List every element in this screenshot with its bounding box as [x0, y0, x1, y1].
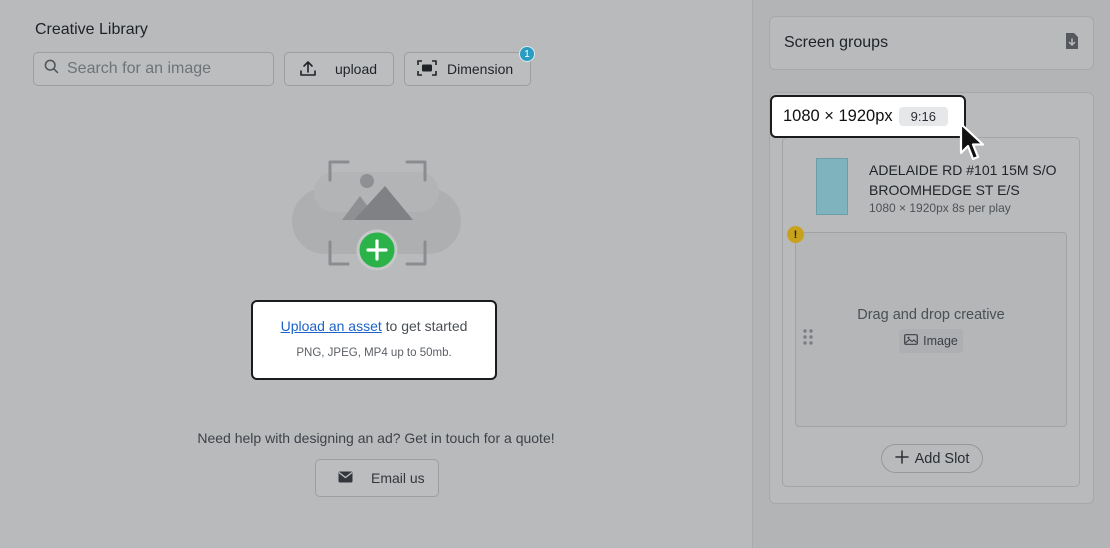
screen-dimension-text: 1080 × 1920px: [783, 107, 893, 125]
add-slot-button[interactable]: Add Slot: [881, 444, 983, 473]
upload-button[interactable]: upload: [284, 52, 394, 86]
search-input[interactable]: [67, 60, 257, 78]
image-type-tag: Image: [899, 329, 963, 353]
file-download-icon[interactable]: [1065, 32, 1079, 55]
drag-handle-icon[interactable]: [803, 329, 813, 350]
help-text: Need help with designing an ad? Get in t…: [197, 430, 555, 446]
upload-suffix-text: to get started: [381, 318, 468, 334]
upload-prompt: Upload an asset to get started PNG, JPEG…: [251, 300, 497, 380]
dimension-count-badge: 1: [519, 46, 535, 62]
cursor-icon: [958, 122, 988, 169]
warning-icon: !: [787, 226, 804, 243]
screen-groups-title: Screen groups: [784, 34, 889, 51]
upload-icon: [299, 59, 317, 80]
dimension-filter-button[interactable]: Dimension 1: [404, 46, 535, 86]
screen-meta: 1080 × 1920px 8s per play: [869, 201, 1011, 215]
image-tag-label: Image: [923, 334, 958, 348]
upload-asset-link[interactable]: Upload an asset: [281, 318, 382, 334]
upload-formats-hint: PNG, JPEG, MP4 up to 50mb.: [296, 347, 452, 359]
screen-thumbnail: [816, 158, 848, 215]
image-icon: [904, 334, 919, 348]
creative-library-title: Creative Library: [35, 21, 148, 38]
screen-groups-header: Screen groups: [769, 16, 1094, 70]
search-icon: [44, 59, 59, 79]
dimension-button-label: Dimension: [447, 61, 514, 77]
add-slot-label: Add Slot: [914, 450, 970, 467]
dimension-highlight[interactable]: 1080 × 1920px 9:16: [770, 95, 966, 138]
aspect-ratio-tag: 9:16: [898, 107, 948, 126]
search-field[interactable]: [33, 52, 274, 86]
drop-zone-text: Drag and drop creative: [857, 307, 1005, 323]
image-add-icon: [290, 158, 465, 273]
plus-icon: [894, 449, 909, 468]
mail-icon: [338, 470, 353, 486]
email-us-button[interactable]: Email us: [315, 459, 439, 497]
dimension-icon: [417, 59, 437, 79]
email-us-label: Email us: [371, 470, 425, 486]
upload-button-label: upload: [335, 61, 378, 77]
